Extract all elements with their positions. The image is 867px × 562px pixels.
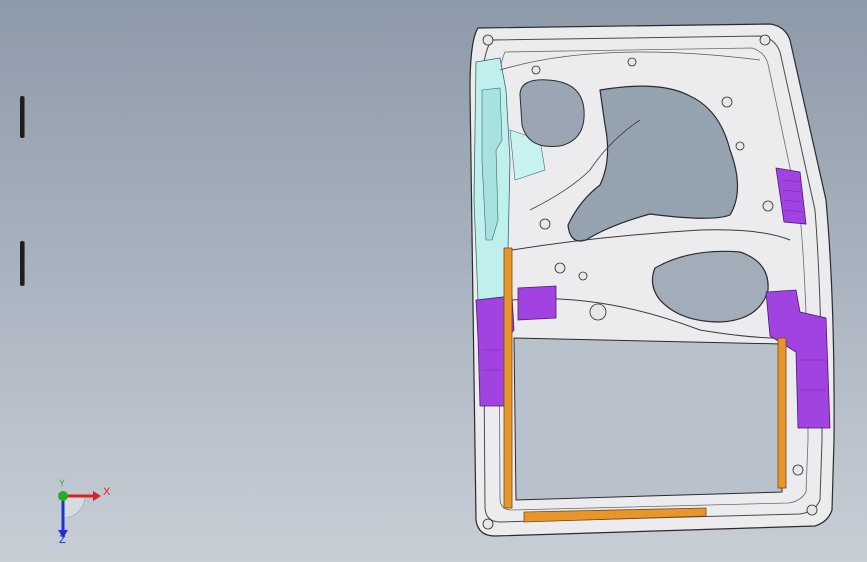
y-axis-label: Y <box>59 478 66 488</box>
x-axis-label: X <box>103 486 111 498</box>
lower-main-opening <box>513 337 783 501</box>
z-axis-label: Z <box>59 534 66 546</box>
right-window-rail <box>777 337 787 489</box>
left-window-rail <box>503 247 513 509</box>
coordinate-triad: X Y Z <box>45 478 120 548</box>
graphics-viewport[interactable]: X Y Z <box>0 0 867 562</box>
speaker-opening <box>519 79 585 148</box>
door-panel-model[interactable] <box>0 0 867 562</box>
center-bracket <box>517 285 557 321</box>
